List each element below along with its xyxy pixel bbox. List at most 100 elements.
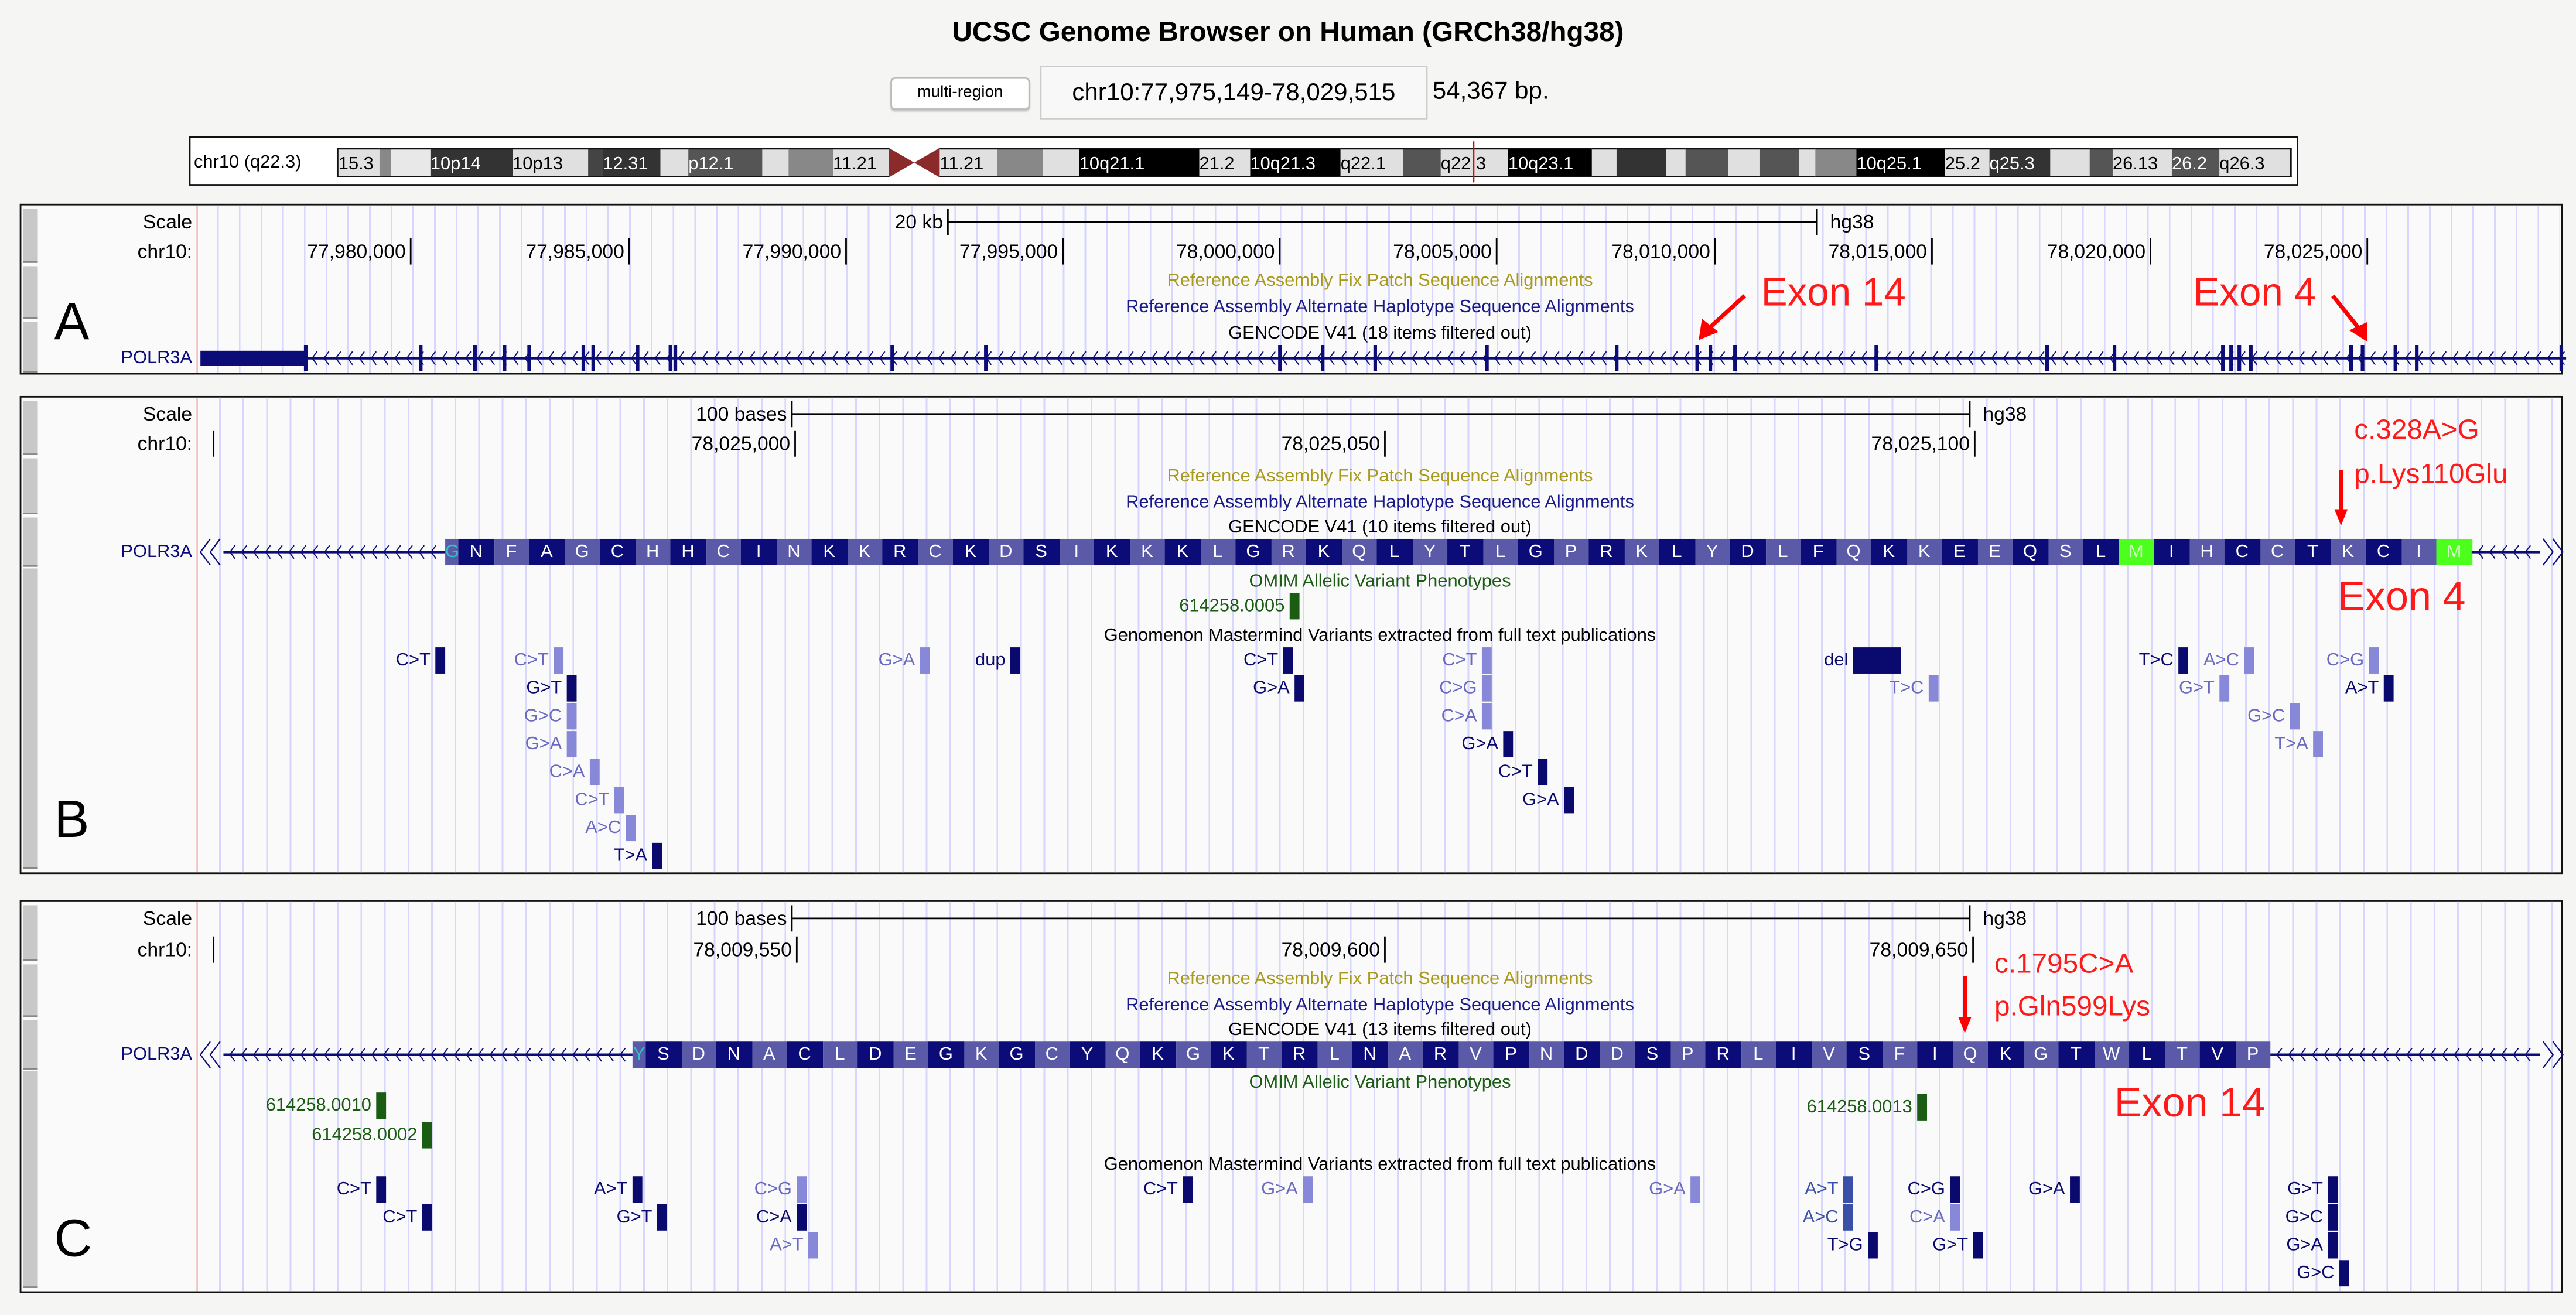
variant-label[interactable]: A>T [770, 1235, 803, 1255]
amino-acid-cell[interactable]: I [1776, 1041, 1811, 1068]
variant-bar[interactable] [1950, 1204, 1960, 1231]
variant-label[interactable]: C>T [382, 1208, 417, 1228]
amino-acid-cell[interactable]: F [1882, 1041, 1917, 1068]
amino-acid-cell[interactable]: K [812, 539, 847, 565]
variant-bar[interactable] [808, 1232, 818, 1259]
ideogram-band[interactable]: 10p13 [513, 148, 588, 177]
variant-label[interactable]: A>C [2203, 651, 2239, 671]
ideogram-band[interactable]: q25.3 [1990, 148, 2051, 177]
variant-label[interactable]: G>A [2286, 1235, 2323, 1255]
ideogram-band[interactable]: p12.1 [688, 148, 762, 177]
variant-label[interactable]: C>T [1498, 762, 1533, 782]
variant-bar[interactable] [567, 731, 577, 757]
amino-acid-cell[interactable]: K [1306, 539, 1341, 565]
variant-bar[interactable] [2328, 1176, 2338, 1203]
variant-label[interactable]: G>A [2028, 1180, 2065, 1200]
amino-acid-cell[interactable]: W [2094, 1041, 2129, 1068]
variant-bar[interactable] [1950, 1176, 1960, 1203]
variant-bar[interactable] [1503, 731, 1513, 757]
variant-label[interactable]: G>T [617, 1208, 652, 1228]
track-drag-handle[interactable] [23, 905, 37, 961]
amino-acid-cell[interactable]: L [1317, 1041, 1352, 1068]
amino-acid-cell[interactable]: K [1624, 539, 1659, 565]
amino-acid-cell[interactable]: L [2129, 1041, 2164, 1068]
ideogram-band[interactable]: 11.21 [833, 148, 889, 177]
amino-acid-cell[interactable]: R [1271, 539, 1306, 565]
track-drag-handle[interactable] [23, 568, 37, 869]
ideogram-band[interactable] [588, 148, 603, 177]
variant-bar[interactable] [567, 703, 577, 729]
amino-acid-cell[interactable]: E [1977, 539, 2013, 565]
amino-acid-cell[interactable]: G [999, 1041, 1034, 1068]
amino-acid-cell[interactable]: C [787, 1041, 822, 1068]
variant-bar[interactable] [1482, 703, 1492, 729]
variant-bar[interactable] [2384, 675, 2394, 702]
amino-acid-cell[interactable]: E [1942, 539, 1977, 565]
variant-label[interactable]: C>T [1243, 651, 1278, 671]
multi-region-button[interactable]: multi-region [890, 77, 1030, 110]
amino-acid-cell[interactable]: I [1917, 1041, 1952, 1068]
amino-acid-cell[interactable]: C [600, 539, 635, 565]
variant-bar[interactable] [1283, 647, 1293, 674]
variant-bar[interactable] [1303, 1176, 1313, 1203]
amino-acid-cell[interactable]: Y [1070, 1041, 1105, 1068]
variant-bar[interactable] [2328, 1204, 2338, 1231]
amino-acid-cell[interactable]: E [893, 1041, 928, 1068]
track-drag-handle[interactable] [23, 209, 37, 263]
variant-label[interactable]: T>G [1827, 1235, 1863, 1255]
ideogram-band[interactable]: q22.1 [1341, 148, 1403, 177]
amino-acid-cell[interactable]: K [964, 1041, 999, 1068]
variant-bar[interactable] [2219, 675, 2229, 702]
amino-acid-cell[interactable]: K [953, 539, 988, 565]
variant-label[interactable]: T>C [2139, 651, 2174, 671]
variant-label[interactable]: G>A [1261, 1180, 1298, 1200]
variant-bar[interactable] [422, 1204, 432, 1231]
variant-bar[interactable] [1853, 647, 1901, 674]
variant-bar[interactable] [554, 647, 563, 674]
amino-acid-cell[interactable]: L [1482, 539, 1518, 565]
track-drag-handle[interactable] [23, 1071, 37, 1288]
variant-bar[interactable] [614, 787, 624, 813]
ideogram-band[interactable]: 10q23.1 [1508, 148, 1592, 177]
amino-acid-cell[interactable]: K [1211, 1041, 1246, 1068]
variant-bar[interactable] [797, 1176, 807, 1203]
amino-acid-cell[interactable]: C [917, 539, 952, 565]
amino-acid-cell[interactable]: I [1059, 539, 1094, 565]
gene-label[interactable]: POLR3A [121, 542, 192, 562]
ideogram-band[interactable]: 11.21 [939, 148, 997, 177]
variant-label[interactable]: G>A [525, 735, 562, 754]
amino-acid-cell[interactable]: K [1094, 539, 1129, 565]
amino-acid-cell[interactable]: L [1741, 1041, 1776, 1068]
variant-label[interactable]: C>T [575, 790, 609, 810]
amino-acid-cell[interactable]: K [847, 539, 882, 565]
amino-acid-cell[interactable]: Q [1953, 1041, 1988, 1068]
variant-bar[interactable] [1538, 759, 1547, 785]
track-drag-handle[interactable] [23, 401, 37, 455]
variant-label[interactable]: C>A [1441, 706, 1477, 726]
amino-acid-cell[interactable]: S [1023, 539, 1058, 565]
ideogram-band[interactable]: 12.31 [603, 148, 660, 177]
variant-bar[interactable] [1690, 1176, 1700, 1203]
variant-bar[interactable] [2178, 647, 2188, 674]
amino-acid-cell[interactable]: H [2189, 539, 2224, 565]
variant-label[interactable]: G>A [879, 651, 915, 671]
ideogram-band[interactable]: 10q25.1 [1856, 148, 1945, 177]
track-alt-haplotype[interactable]: Reference Assembly Alternate Haplotype S… [0, 493, 2576, 513]
gene-label[interactable]: POLR3A [121, 1045, 192, 1065]
amino-acid-cell[interactable]: R [1282, 1041, 1317, 1068]
variant-label[interactable]: C>T [337, 1180, 371, 1200]
amino-acid-cell[interactable]: D [1599, 1041, 1634, 1068]
amino-acid-cell[interactable]: T [1447, 539, 1482, 565]
ideogram-band[interactable] [762, 148, 788, 177]
amino-acid-cell[interactable]: K [1871, 539, 1907, 565]
ideogram-band[interactable] [2050, 148, 2089, 177]
ideogram-band[interactable]: 26.13 [2113, 148, 2172, 177]
amino-acid-cell[interactable]: S [645, 1041, 681, 1068]
variant-bar[interactable] [1482, 647, 1492, 674]
amino-acid-cell[interactable]: L [2083, 539, 2118, 565]
variant-bar[interactable] [626, 815, 636, 841]
amino-acid-cell[interactable]: D [1564, 1041, 1599, 1068]
ideogram-band[interactable] [788, 148, 833, 177]
amino-acid-cell[interactable]: Q [1836, 539, 1871, 565]
amino-acid-cell[interactable]: N [1352, 1041, 1387, 1068]
